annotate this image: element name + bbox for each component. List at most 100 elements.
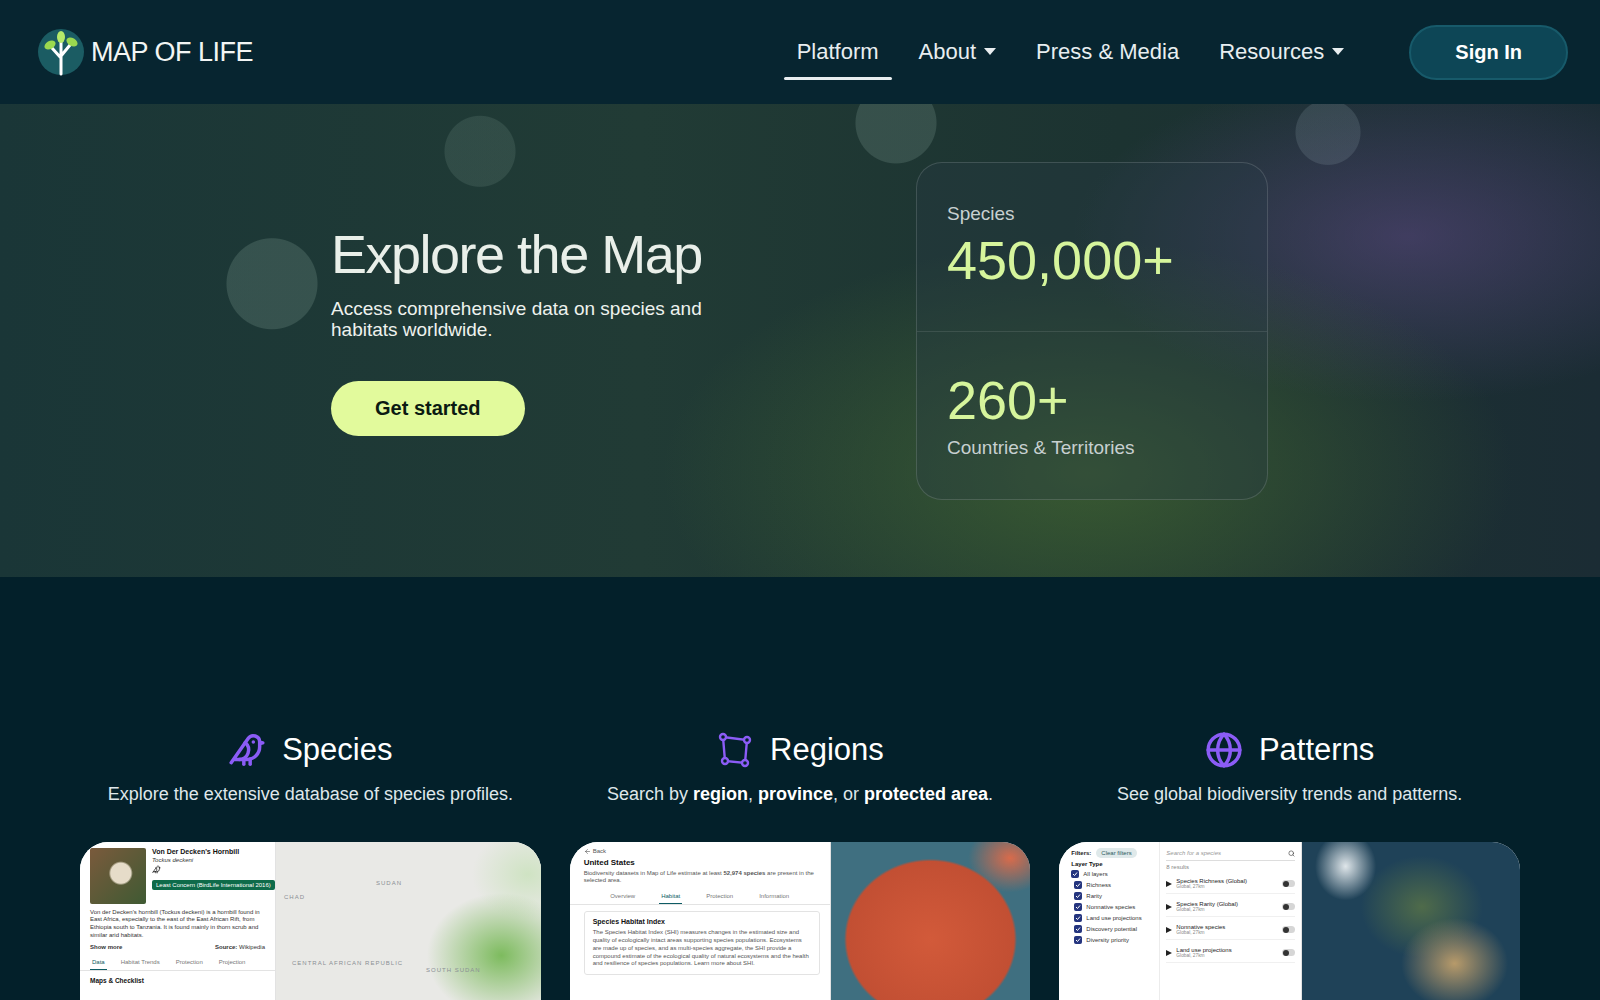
- species-panel: Von Der Decken's HornbillTockus deckeniL…: [80, 842, 276, 1000]
- layer-name: Land use projections: [1176, 947, 1278, 953]
- checkbox[interactable]: [1074, 936, 1082, 944]
- layer-checkbox[interactable]: Land use projections: [1071, 914, 1153, 922]
- map-label: SOUTH SUDAN: [426, 967, 481, 973]
- page: MAP OF LIFE PlatformAboutPress & MediaRes…: [0, 0, 1600, 1000]
- stat-value: 260+: [947, 371, 1237, 430]
- layer-row[interactable]: Nonnative speciesGlobal, 27km: [1166, 920, 1295, 940]
- feature: Species Explore the extensive database of…: [80, 730, 541, 1000]
- nav-item[interactable]: Press & Media: [1023, 0, 1192, 104]
- layer-toggle[interactable]: [1282, 949, 1295, 956]
- show-more[interactable]: Show more: [90, 944, 122, 950]
- region-tab[interactable]: Protection: [704, 889, 735, 904]
- globe-icon: [1205, 731, 1243, 769]
- layer-toggle[interactable]: [1282, 903, 1295, 910]
- checkbox[interactable]: [1074, 892, 1082, 900]
- play-icon[interactable]: [1166, 881, 1172, 887]
- caret-down-icon: [984, 48, 996, 56]
- get-started-button[interactable]: Get started: [331, 381, 525, 436]
- feature-description: Explore the extensive database of specie…: [108, 784, 513, 806]
- layer-checkbox[interactable]: Richness: [1071, 881, 1153, 889]
- regions-panel: BackUnited StatesBiodiversity datasets i…: [570, 842, 831, 1000]
- species-tab[interactable]: Protection: [174, 955, 205, 970]
- results-count: 8 results: [1166, 864, 1295, 872]
- checkbox[interactable]: [1074, 903, 1082, 911]
- checkbox[interactable]: [1074, 925, 1082, 933]
- logo[interactable]: MAP OF LIFE: [37, 28, 253, 76]
- patterns-map[interactable]: [1302, 842, 1520, 1000]
- species-text: Von der Decken's hornbill (Tockus decken…: [80, 904, 275, 944]
- map-label: SUDAN: [376, 880, 402, 886]
- status-badge: Least Concern (BirdLife International 20…: [152, 880, 275, 890]
- check-icon: [1072, 871, 1078, 877]
- species-tab[interactable]: Projection: [217, 955, 248, 970]
- check-icon: [1075, 904, 1081, 910]
- check-icon: [1075, 882, 1081, 888]
- layer-row[interactable]: Land use projectionsGlobal, 27km: [1166, 943, 1295, 963]
- all-layers-checkbox[interactable]: All layers: [1071, 870, 1153, 878]
- feature-head[interactable]: Patterns: [1205, 730, 1374, 770]
- check-icon: [1075, 893, 1081, 899]
- stat-label: Species: [947, 203, 1237, 225]
- clear-filters-button[interactable]: Clear filters: [1096, 848, 1136, 858]
- stats-card: Species 450,000+ 260+ Countries & Territori…: [916, 162, 1268, 500]
- species-map[interactable]: SUDAN CHAD SOUTH SUDAN CENTRAL AFRICAN REPU…: [276, 842, 541, 1000]
- layer-checkbox[interactable]: Rarity: [1071, 892, 1153, 900]
- stat-label: Countries & Territories: [947, 437, 1237, 459]
- nav-item[interactable]: Platform: [784, 0, 892, 104]
- nav-item[interactable]: Resources: [1206, 0, 1357, 104]
- species-tab[interactable]: Data: [90, 955, 107, 970]
- species-preview: Von Der Decken's HornbillTockus deckeniL…: [80, 842, 541, 1000]
- layer-meta: Global, 27km: [1176, 907, 1278, 912]
- region-tabs: Overview Habitat Protection Information: [570, 889, 830, 905]
- layer-meta: Global, 27km: [1176, 930, 1278, 935]
- bird-icon: [152, 865, 161, 874]
- layer-checkbox[interactable]: Nonnative species: [1071, 903, 1153, 911]
- sign-in-button[interactable]: Sign In: [1409, 25, 1568, 80]
- results-column: Search for a species 8 results Species Ric…: [1159, 842, 1301, 1000]
- map-label: CENTRAL AFRICAN REPUBLIC: [292, 960, 403, 966]
- shi-box: Species Habitat IndexThe Species Habitat…: [584, 911, 820, 975]
- hero-title: Explore the Map: [331, 225, 702, 284]
- bird-icon: [228, 731, 266, 769]
- layer-toggle[interactable]: [1282, 880, 1295, 887]
- species-header: Von Der Decken's HornbillTockus deckeniL…: [80, 842, 275, 904]
- nav: PlatformAboutPress & MediaResources: [784, 0, 1358, 104]
- layer-checkbox[interactable]: Diversity priority: [1071, 936, 1153, 944]
- layer-checkbox[interactable]: Discovery potential: [1071, 925, 1153, 933]
- region-tab[interactable]: Overview: [608, 889, 637, 904]
- play-icon[interactable]: [1166, 950, 1172, 956]
- check-icon: [1075, 937, 1081, 943]
- map-label: CHAD: [284, 894, 305, 900]
- region-tab[interactable]: Habitat: [659, 889, 682, 904]
- feature-title: Patterns: [1259, 732, 1374, 768]
- stat: 260+ Countries & Territories: [917, 331, 1267, 499]
- hero-text: Explore the Map Access comprehensive data…: [331, 225, 851, 435]
- feature-head[interactable]: Regions: [716, 730, 884, 770]
- tree-logo-icon: [37, 28, 85, 76]
- patterns-panel: Filters:Clear filtersLayer TypeAll layer…: [1059, 842, 1302, 1000]
- regions-map[interactable]: [831, 842, 1031, 1000]
- layer-row[interactable]: Species Richness (Global)Global, 27km: [1166, 874, 1295, 894]
- feature: RegionsSearch by region, province, or pr…: [570, 730, 1031, 1000]
- layer-meta: Global, 27km: [1176, 884, 1278, 889]
- caret-down-icon: [1332, 48, 1344, 56]
- check-icon: [1075, 926, 1081, 932]
- hero: Explore the Map Access comprehensive data…: [0, 104, 1600, 577]
- checkbox[interactable]: [1074, 881, 1082, 889]
- layer-row[interactable]: Species Rarity (Global)Global, 27km: [1166, 897, 1295, 917]
- layer-toggle[interactable]: [1282, 926, 1295, 933]
- nav-item[interactable]: About: [906, 0, 1010, 104]
- hero-subtitle: Access comprehensive data on species and…: [331, 299, 726, 341]
- region-title: United States: [584, 858, 820, 867]
- play-icon[interactable]: [1166, 904, 1172, 910]
- back-link[interactable]: Back: [584, 848, 820, 855]
- play-icon[interactable]: [1166, 927, 1172, 933]
- species-tab[interactable]: Habitat Trends: [119, 955, 162, 970]
- feature-head[interactable]: Species: [228, 730, 392, 770]
- shi-title: Species Habitat Index: [593, 918, 811, 925]
- region-tab[interactable]: Information: [757, 889, 791, 904]
- species-search[interactable]: Search for a species: [1166, 848, 1295, 861]
- checkbox[interactable]: [1074, 914, 1082, 922]
- stat-value: 450,000+: [947, 231, 1237, 290]
- checkbox[interactable]: [1071, 870, 1079, 878]
